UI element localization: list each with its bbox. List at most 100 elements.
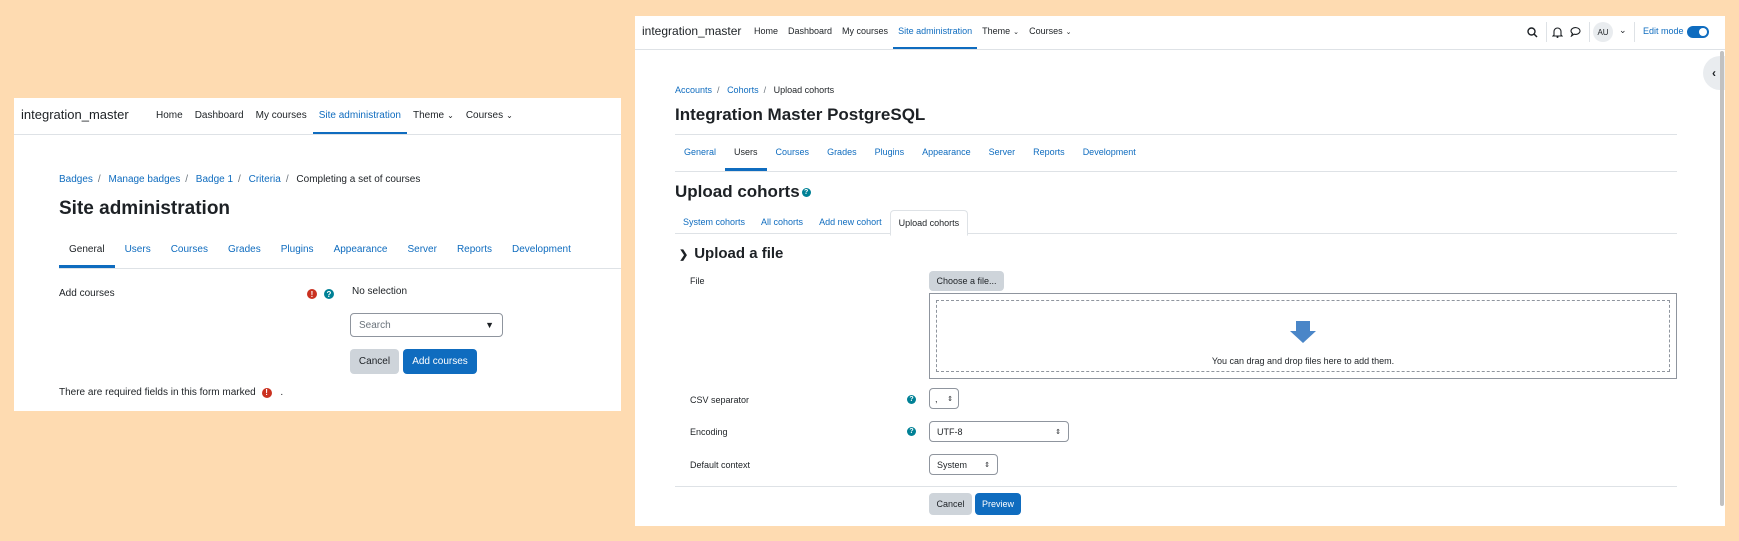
caret-down-icon: ▼ bbox=[485, 320, 494, 330]
breadcrumb-current: Upload cohorts bbox=[773, 85, 835, 95]
nav-dashboard[interactable]: Dashboard bbox=[783, 16, 837, 49]
avatar[interactable]: AU bbox=[1593, 22, 1613, 42]
chevron-down-icon[interactable]: ⌄ bbox=[1619, 25, 1627, 36]
scrollbar[interactable] bbox=[1720, 51, 1724, 506]
tab-server[interactable]: Server bbox=[398, 236, 447, 268]
encoding-value: UTF-8 bbox=[937, 426, 963, 437]
avatar-initials: AU bbox=[1597, 27, 1609, 37]
default-context-value: System bbox=[937, 459, 968, 470]
csv-separator-select[interactable]: , ⇕ bbox=[929, 388, 959, 409]
tab-general[interactable]: General bbox=[675, 135, 725, 171]
page-title: Site administration bbox=[59, 198, 231, 219]
nav-courses-label: Courses bbox=[1029, 26, 1063, 36]
help-icon[interactable]: ? bbox=[324, 289, 334, 299]
breadcrumb-criteria[interactable]: Criteria bbox=[249, 174, 281, 185]
chevron-down-icon: ❯ bbox=[679, 249, 689, 261]
edit-mode-toggle[interactable] bbox=[1687, 26, 1709, 38]
csv-separator-value: , bbox=[935, 393, 938, 404]
tab-reports[interactable]: Reports bbox=[1024, 135, 1074, 171]
help-icon[interactable]: ? bbox=[907, 427, 916, 436]
edit-mode-label: Edit mode bbox=[1643, 26, 1684, 36]
tab-courses[interactable]: Courses bbox=[161, 236, 218, 268]
breadcrumb: Badges / Manage badges / Badge 1/ Criteria… bbox=[59, 174, 421, 185]
default-context-select[interactable]: System ⇕ bbox=[929, 454, 998, 475]
add-courses-button[interactable]: Add courses bbox=[403, 349, 477, 374]
tab-users[interactable]: Users bbox=[115, 236, 161, 268]
nav-theme[interactable]: Theme ⌄ bbox=[977, 16, 1024, 49]
tab-server[interactable]: Server bbox=[980, 135, 1025, 171]
chevron-left-icon: ‹ bbox=[1712, 66, 1716, 80]
course-search-autocomplete[interactable]: Search ▼ bbox=[350, 313, 503, 337]
breadcrumb-manage-badges[interactable]: Manage badges bbox=[108, 174, 180, 185]
required-note-end: . bbox=[280, 387, 284, 398]
brand-name[interactable]: integration_master bbox=[642, 24, 741, 38]
dropzone-text: You can drag and drop files here to add … bbox=[1211, 356, 1395, 366]
primary-nav: Home Dashboard My courses Site administr… bbox=[749, 16, 1077, 49]
add-courses-label: Add courses bbox=[59, 288, 115, 299]
breadcrumb-current: Completing a set of courses bbox=[296, 174, 421, 185]
page-title: Integration Master PostgreSQL bbox=[675, 105, 926, 124]
encoding-select[interactable]: UTF-8 ⇕ bbox=[929, 421, 1069, 442]
chevron-down-icon: ⌄ bbox=[506, 111, 513, 120]
tab-general[interactable]: General bbox=[59, 236, 115, 268]
subtab-all-cohorts[interactable]: All cohorts bbox=[753, 210, 811, 233]
fieldset-header[interactable]: ❯ Upload a file bbox=[679, 245, 783, 262]
nav-my-courses[interactable]: My courses bbox=[837, 16, 893, 49]
help-icon[interactable]: ? bbox=[801, 188, 811, 198]
search-icon[interactable] bbox=[1527, 27, 1538, 38]
tab-plugins[interactable]: Plugins bbox=[866, 135, 914, 171]
file-label: File bbox=[690, 276, 705, 286]
section-title: Upload cohorts? bbox=[675, 182, 811, 202]
tab-users[interactable]: Users bbox=[725, 135, 767, 171]
help-icon[interactable]: ? bbox=[907, 395, 916, 404]
csv-separator-label: CSV separator bbox=[690, 395, 750, 405]
nav-theme-label: Theme bbox=[413, 110, 445, 121]
breadcrumb-badges[interactable]: Badges bbox=[59, 174, 93, 185]
dropzone-inner: You can drag and drop files here to add … bbox=[936, 300, 1670, 372]
subtab-add-new-cohort[interactable]: Add new cohort bbox=[811, 210, 890, 233]
subtab-system-cohorts[interactable]: System cohorts bbox=[675, 210, 753, 233]
nav-courses[interactable]: Courses ⌄ bbox=[1024, 16, 1077, 49]
breadcrumb-badge-1[interactable]: Badge 1 bbox=[196, 174, 233, 185]
nav-courses[interactable]: Courses ⌄ bbox=[460, 98, 519, 134]
notifications-bell-icon[interactable] bbox=[1552, 26, 1563, 38]
nav-dashboard[interactable]: Dashboard bbox=[189, 98, 250, 134]
choose-file-button[interactable]: Choose a file... bbox=[929, 271, 1004, 291]
file-dropzone[interactable]: You can drag and drop files here to add … bbox=[929, 293, 1677, 379]
right-navbar: integration_master Home Dashboard My cou… bbox=[635, 16, 1725, 50]
preview-button[interactable]: Preview bbox=[975, 493, 1021, 515]
cancel-button[interactable]: Cancel bbox=[929, 493, 972, 515]
tab-courses[interactable]: Courses bbox=[767, 135, 819, 171]
nav-site-administration[interactable]: Site administration bbox=[312, 98, 407, 134]
brand-name[interactable]: integration_master bbox=[21, 107, 129, 122]
tab-grades[interactable]: Grades bbox=[818, 135, 866, 171]
messages-icon[interactable] bbox=[1570, 27, 1581, 37]
tab-appearance[interactable]: Appearance bbox=[324, 236, 398, 268]
tab-development[interactable]: Development bbox=[1074, 135, 1145, 171]
tab-reports[interactable]: Reports bbox=[447, 236, 502, 268]
right-window: integration_master Home Dashboard My cou… bbox=[635, 16, 1725, 526]
chevron-down-icon: ⌄ bbox=[1065, 27, 1072, 36]
nav-my-courses[interactable]: My courses bbox=[250, 98, 313, 134]
nav-theme[interactable]: Theme ⌄ bbox=[407, 98, 460, 134]
subtab-upload-cohorts[interactable]: Upload cohorts bbox=[889, 210, 969, 236]
breadcrumb-cohorts[interactable]: Cohorts bbox=[727, 85, 759, 95]
breadcrumb-accounts[interactable]: Accounts bbox=[675, 85, 712, 95]
nav-home[interactable]: Home bbox=[150, 98, 189, 134]
tab-grades[interactable]: Grades bbox=[218, 236, 271, 268]
cohort-subtabs: System cohorts All cohorts Add new cohor… bbox=[675, 210, 969, 236]
required-icon: ! bbox=[307, 289, 317, 299]
encoding-label: Encoding bbox=[690, 427, 728, 437]
chevron-down-icon: ⌄ bbox=[1013, 27, 1020, 36]
tab-plugins[interactable]: Plugins bbox=[271, 236, 324, 268]
admin-tabs: General Users Courses Grades Plugins App… bbox=[675, 135, 1677, 172]
select-arrows-icon: ⇕ bbox=[984, 461, 990, 469]
required-icon: ! bbox=[261, 387, 272, 398]
nav-home[interactable]: Home bbox=[749, 16, 783, 49]
nav-site-administration[interactable]: Site administration bbox=[893, 16, 978, 49]
tab-appearance[interactable]: Appearance bbox=[913, 135, 980, 171]
cancel-button[interactable]: Cancel bbox=[350, 349, 399, 374]
select-arrows-icon: ⇕ bbox=[947, 395, 953, 403]
required-note-text: There are required fields in this form m… bbox=[59, 387, 256, 398]
tab-development[interactable]: Development bbox=[502, 236, 581, 268]
